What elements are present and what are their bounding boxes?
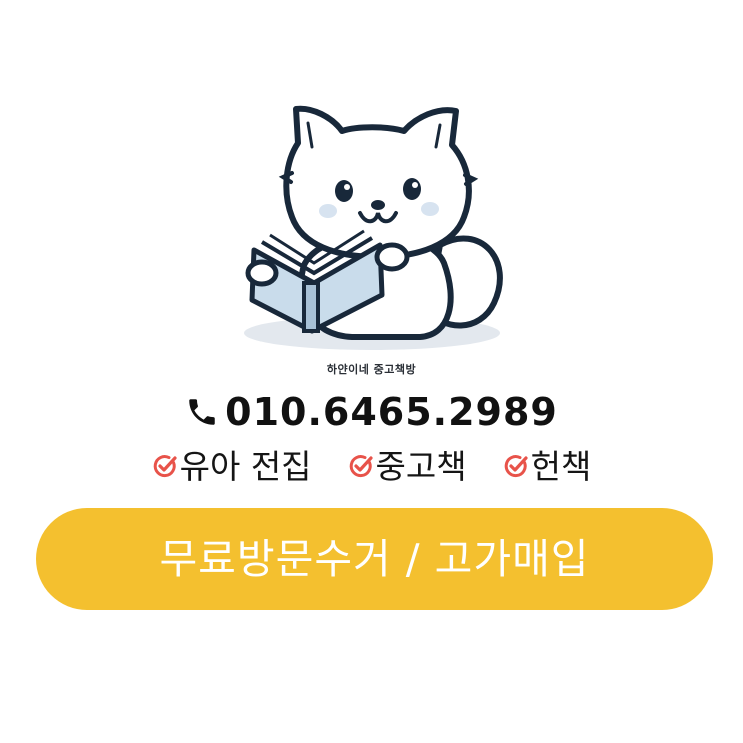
service-item-kids-books: 유아 전집	[152, 450, 312, 483]
free-pickup-button[interactable]: 무료방문수거 / 고가매입	[36, 508, 713, 610]
phone-contact[interactable]: 010.6465.2989	[0, 384, 743, 440]
service-item-old-books: 헌책	[503, 446, 592, 486]
service-label: 유아 전집	[179, 446, 312, 486]
phone-icon	[189, 399, 215, 425]
service-label: 중고책	[375, 446, 467, 486]
check-circle-icon	[504, 455, 528, 478]
phone-number: 010.6465.2989	[225, 390, 558, 434]
dog-reading-book-icon	[244, 105, 503, 350]
service-list: 유아 전집 중고책 헌책	[0, 442, 743, 490]
shop-name: 하얀이네 중고책방	[326, 363, 417, 376]
advertisement-card: 하얀이네 중고책방 010.6465.2989 유아 전집 중고책 헌책 무료방…	[0, 0, 743, 743]
check-circle-icon	[349, 455, 373, 478]
service-item-used-books: 중고책	[348, 450, 467, 483]
service-label: 헌책	[530, 446, 592, 486]
cta-label: 무료방문수거 / 고가매입	[159, 534, 590, 583]
check-circle-icon	[153, 455, 177, 478]
